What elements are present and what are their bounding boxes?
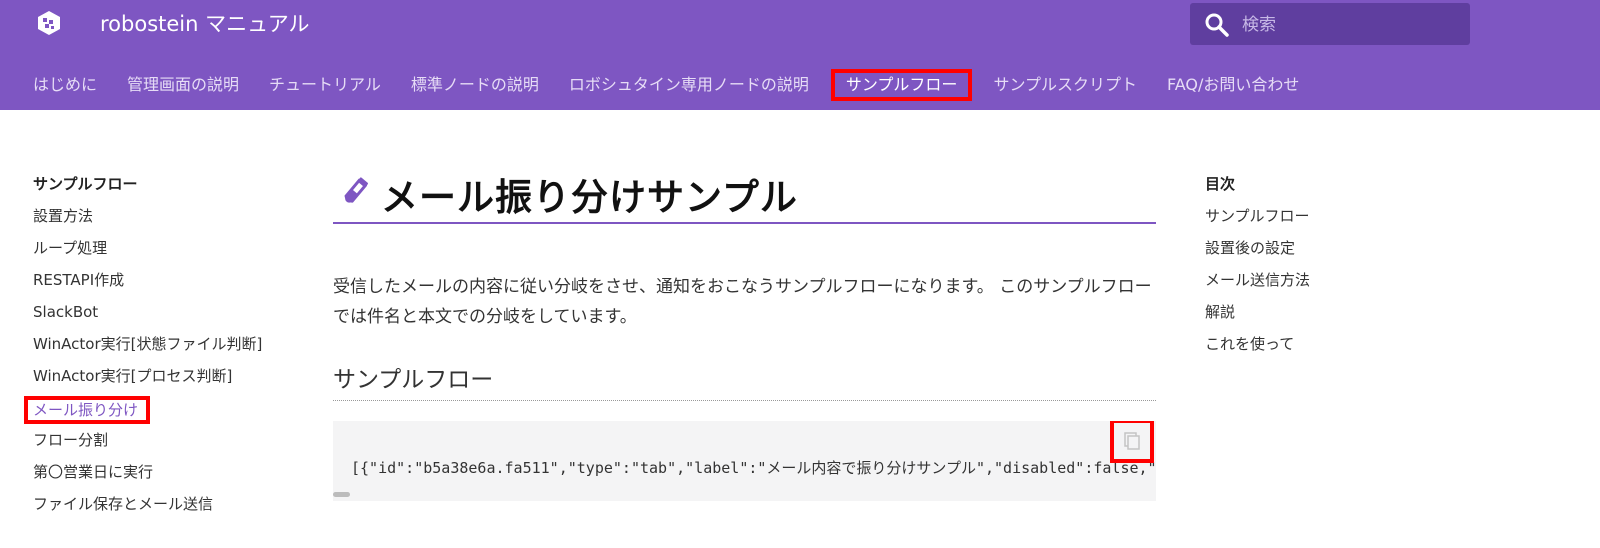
code-block[interactable]: [{"id":"b5a38e6a.fa511","type":"tab","la… [333, 421, 1156, 501]
horizontal-scrollbar[interactable] [333, 492, 350, 497]
copy-icon [1124, 432, 1140, 450]
tab-hajimeni[interactable]: はじめに [18, 69, 112, 101]
sidebar-item-restapi[interactable]: RESTAPI作成 [33, 268, 303, 300]
page-title: メール振り分けサンプル [381, 176, 798, 219]
tab-robostein-nodes[interactable]: ロボシュタイン専用ノードの説明 [554, 69, 824, 101]
sidebar-item-business-day[interactable]: 第〇営業日に実行 [33, 460, 303, 492]
sidebar-item-loop[interactable]: ループ処理 [33, 236, 303, 268]
sidebar-item-flow-split[interactable]: フロー分割 [33, 428, 303, 460]
robostein-logo-icon[interactable] [36, 10, 62, 36]
top-header: robostein マニュアル はじめに 管理画面の説明 チュートリアル 標準ノ… [0, 0, 1600, 110]
intro-text: 受信したメールの内容に従い分岐をさせ、通知をおこなうサンプルフローになります。 … [333, 277, 1152, 327]
copy-button[interactable] [1110, 421, 1154, 463]
flask-icon [344, 177, 368, 203]
top-nav-tabs: はじめに 管理画面の説明 チュートリアル 標準ノードの説明 ロボシュタイン専用ノ… [18, 67, 1314, 103]
table-of-contents: 目次 サンプルフロー 設置後の設定 メール送信方法 解説 これを使って [1205, 172, 1455, 364]
sidebar-item-winactor-process[interactable]: WinActor実行[プロセス判断] [33, 364, 303, 396]
sidebar-item-setup[interactable]: 設置方法 [33, 204, 303, 236]
search-input[interactable] [1240, 9, 1459, 41]
tab-standard-nodes[interactable]: 標準ノードの説明 [396, 69, 554, 101]
sidebar-item-file-save-mail[interactable]: ファイル保存とメール送信 [33, 492, 303, 524]
title-row: メール振り分けサンプル [333, 166, 1156, 224]
search-icon [1205, 13, 1229, 37]
site-title[interactable]: robostein マニュアル [100, 8, 309, 38]
section-title-sample-flow: サンプルフロー [333, 360, 1156, 401]
toc-heading: 目次 [1205, 175, 1236, 193]
sidebar-item-mail-sort-label: メール振り分け [24, 396, 151, 424]
code-text[interactable]: [{"id":"b5a38e6a.fa511","type":"tab","la… [351, 457, 1156, 478]
tab-sample-script[interactable]: サンプルスクリプト [978, 69, 1152, 101]
sidebar: サンプルフロー 設置方法 ループ処理 RESTAPI作成 SlackBot Wi… [24, 172, 303, 524]
main-content: メール振り分けサンプル 受信したメールの内容に従い分岐をさせ、通知をおこなうサン… [333, 166, 1156, 501]
toc-item-post-setup[interactable]: 設置後の設定 [1205, 236, 1455, 268]
tab-sample-flow[interactable]: サンプルフロー [830, 69, 973, 101]
sidebar-item-winactor-state[interactable]: WinActor実行[状態ファイル判断] [33, 332, 303, 364]
toc-item-sample-flow[interactable]: サンプルフロー [1205, 204, 1455, 236]
sidebar-item-mail-sort[interactable]: メール振り分け [24, 396, 303, 428]
sidebar-item-slackbot[interactable]: SlackBot [33, 300, 303, 332]
tab-tutorial[interactable]: チュートリアル [254, 69, 396, 101]
tab-faq[interactable]: FAQ/お問い合わせ [1152, 69, 1314, 101]
search-box[interactable] [1190, 3, 1470, 45]
sidebar-heading[interactable]: サンプルフロー [33, 172, 303, 204]
toc-item-explanation[interactable]: 解説 [1205, 300, 1455, 332]
toc-item-use-this[interactable]: これを使って [1205, 332, 1455, 364]
toc-item-mail-send[interactable]: メール送信方法 [1205, 268, 1455, 300]
tab-admin-screen[interactable]: 管理画面の説明 [112, 69, 254, 101]
